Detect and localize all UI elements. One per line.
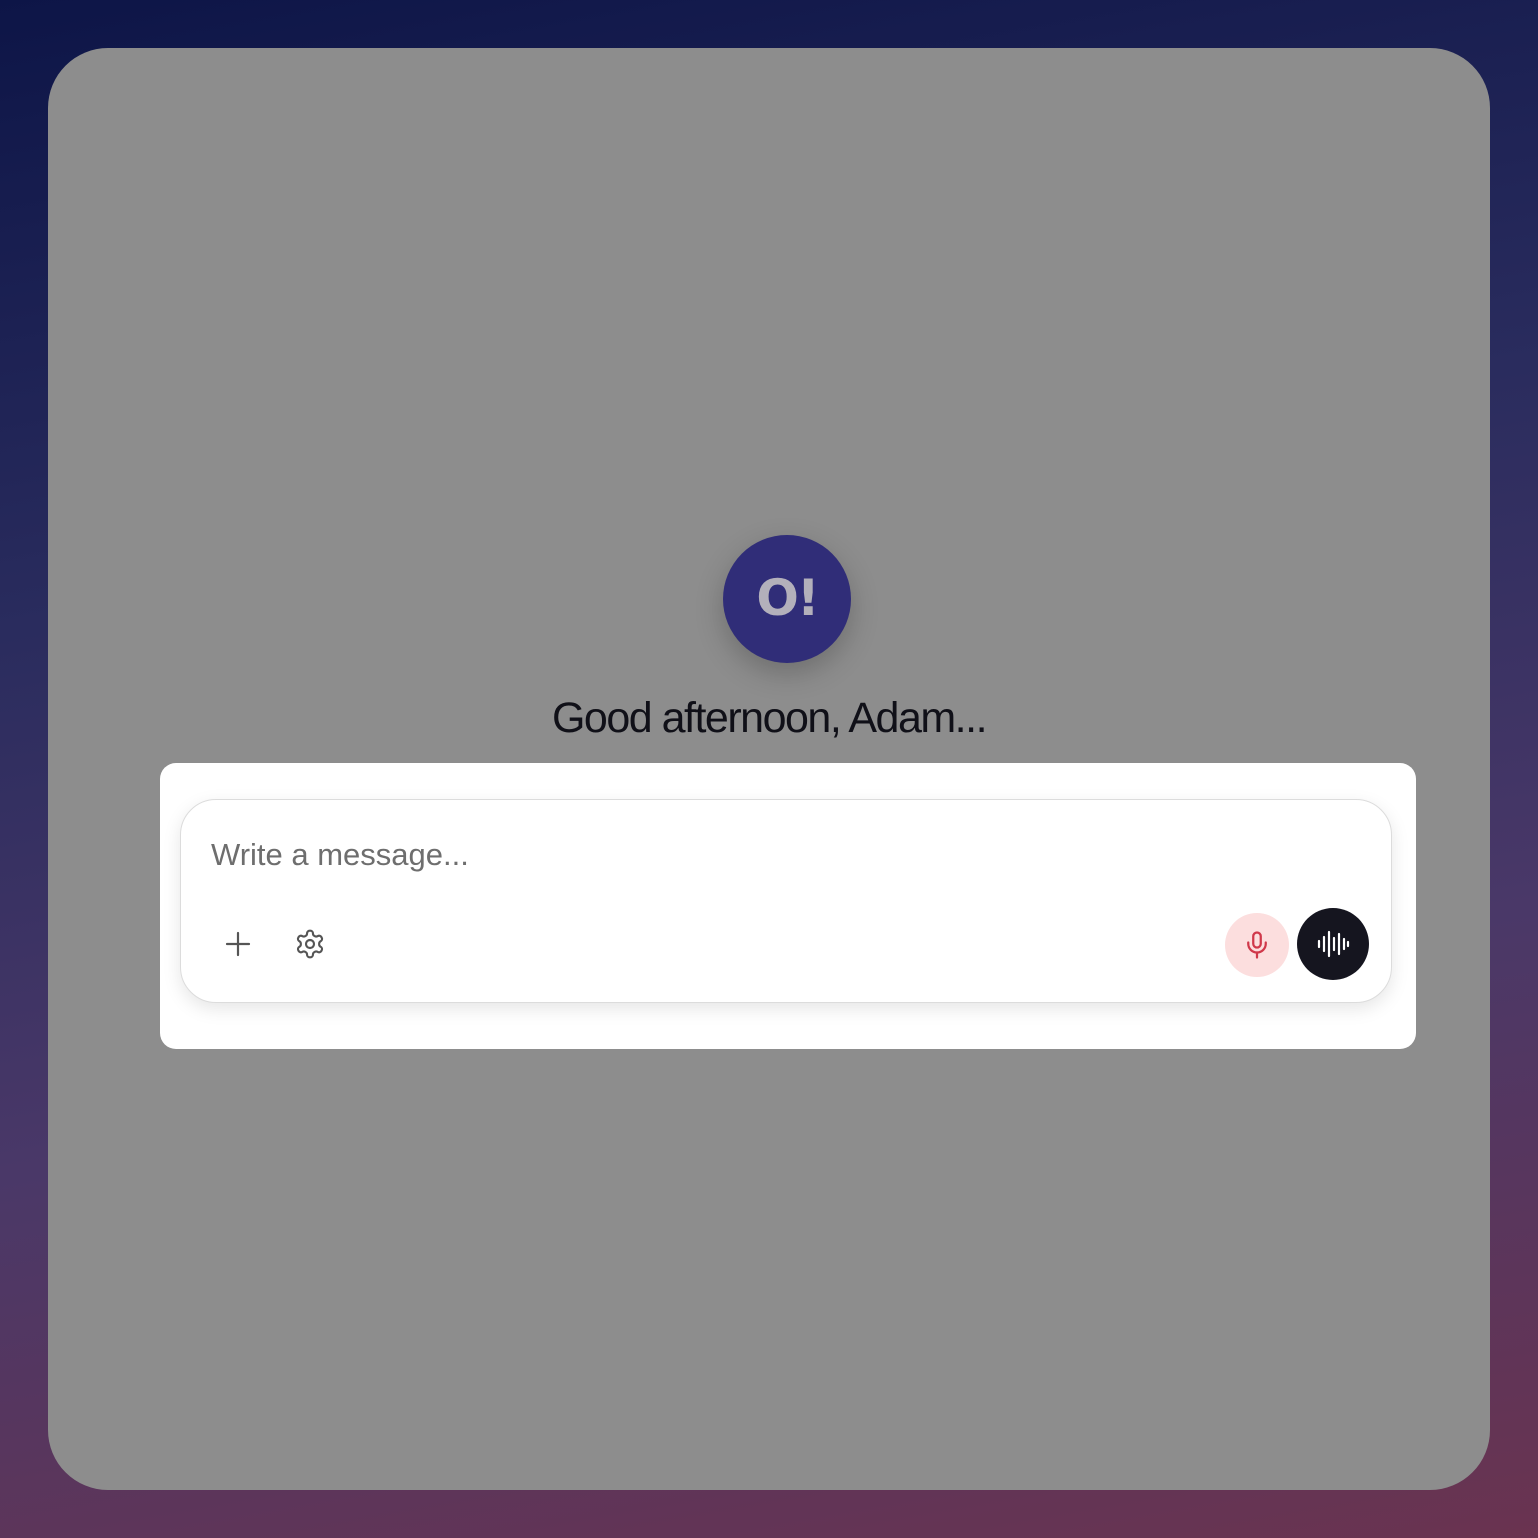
- greeting-heading: Good afternoon, Adam...: [551, 694, 988, 742]
- microphone-button[interactable]: [1225, 913, 1289, 977]
- gear-icon: [296, 929, 324, 959]
- message-input[interactable]: [211, 830, 1111, 880]
- app-window: O! Good afternoon, Adam...: [48, 48, 1490, 1490]
- composer-panel: [160, 763, 1416, 1049]
- logo-text: O!: [756, 569, 819, 627]
- microphone-icon: [1247, 931, 1267, 959]
- app-logo: O!: [723, 535, 851, 663]
- voice-mode-button[interactable]: [1297, 908, 1369, 980]
- attach-button[interactable]: [214, 920, 262, 968]
- plus-icon: [225, 931, 251, 957]
- message-composer: [180, 799, 1392, 1003]
- settings-button[interactable]: [286, 920, 334, 968]
- audio-waveform-icon: [1317, 930, 1350, 958]
